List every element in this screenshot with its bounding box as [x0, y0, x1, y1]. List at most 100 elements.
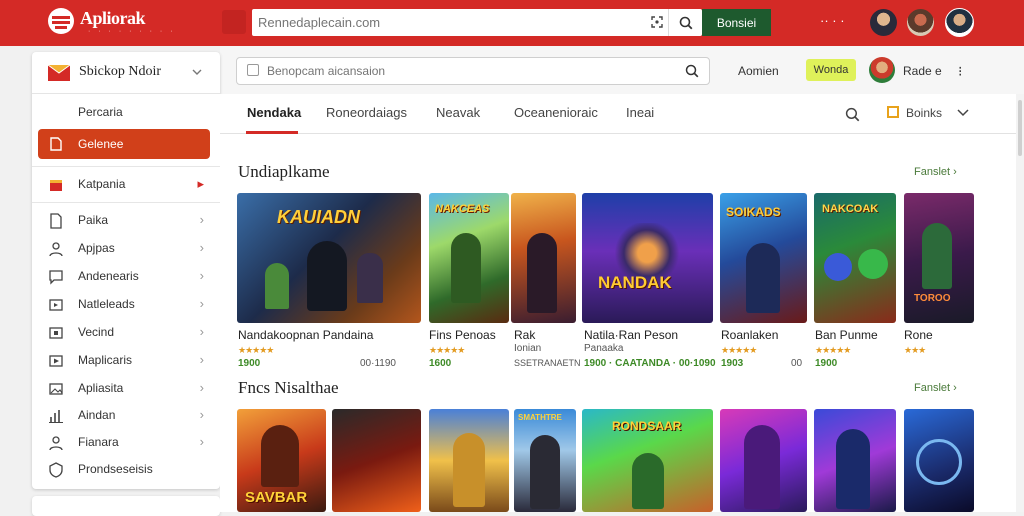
game-meta: 1600 [429, 358, 452, 369]
avatar[interactable] [907, 9, 934, 36]
user-avatar[interactable] [869, 57, 895, 83]
box-icon [50, 180, 62, 191]
game-card[interactable] [332, 409, 421, 512]
game-cover [332, 409, 421, 512]
game-card[interactable]: SMATHTRE [514, 409, 576, 512]
cover-title: NAKCOAK [822, 203, 879, 215]
profile-avatar[interactable] [945, 8, 974, 37]
rating-stars: ★★★★★ [429, 345, 465, 355]
scrollbar-thumb[interactable] [1018, 100, 1022, 156]
search-icon[interactable] [676, 13, 696, 33]
tab-ineai[interactable]: Ineai [626, 105, 654, 120]
sidebar-item-andenearis[interactable]: Andenearis › [32, 263, 220, 290]
game-name[interactable]: Ban Punme [815, 328, 878, 342]
chevron-down-icon[interactable] [957, 109, 969, 117]
game-name[interactable]: Roanlaken [721, 328, 778, 342]
more-icon[interactable]: ⁝ [958, 63, 962, 80]
user-name[interactable]: Rade e [903, 64, 942, 78]
sidebar-item-prondseseisis[interactable]: Prondseseisis [32, 456, 220, 483]
game-meta: 00·1190 [360, 358, 396, 369]
rating-stars: ★★★ [904, 345, 926, 355]
avatar[interactable] [870, 9, 897, 36]
game-card[interactable] [429, 409, 509, 512]
game-card[interactable] [720, 409, 807, 512]
sidebar-item-percaria[interactable]: Percaria [32, 99, 220, 126]
game-card[interactable] [814, 409, 896, 512]
hero-figure [746, 243, 780, 313]
game-name[interactable]: Rone [904, 328, 933, 342]
cover-title: SAVBAR [245, 489, 308, 506]
sidebar-item-gelenee[interactable]: Gelenee [38, 129, 210, 159]
tab-roneordaiags[interactable]: Roneordaiags [326, 105, 407, 120]
cover-swirl [916, 439, 962, 485]
search-icon[interactable] [842, 104, 862, 124]
sidebar-item-label: Natleleads [78, 297, 135, 311]
game-card[interactable]: TOROO [904, 193, 974, 323]
game-name[interactable]: Fins Penoas [429, 328, 496, 342]
cover-title: SMATHTRE [518, 413, 562, 422]
tab-neavak[interactable]: Neavak [436, 105, 480, 120]
game-card[interactable]: NANDAK [582, 193, 713, 323]
see-all-label: Fanslet [914, 382, 951, 394]
user-icon [49, 436, 63, 451]
top-submit-button[interactable]: Bonsiei [702, 9, 771, 36]
game-card[interactable]: NAKCOAK [814, 193, 896, 323]
active-tab-indicator [246, 131, 298, 134]
cover-title: RONDSAAR [612, 419, 682, 433]
tab-nendaka[interactable]: Nendaka [247, 105, 301, 120]
main-content: Nendaka Roneordaiags Neavak Oceaneniorai… [220, 94, 1016, 512]
sidebar-item-label: Katpania [78, 177, 126, 191]
game-card[interactable]: RONDSAAR [582, 409, 713, 512]
hero-figure [744, 425, 780, 509]
hero-figure [307, 241, 347, 311]
top-extra-text: ·· · · [820, 13, 845, 28]
boinks-menu[interactable]: Boinks [906, 106, 942, 120]
scan-icon[interactable] [648, 13, 666, 31]
sidebar-header[interactable]: Sbickop Ndoir [32, 52, 220, 94]
game-card[interactable]: SOIKADS [720, 193, 807, 323]
see-all-link[interactable]: Fanslet › [914, 382, 957, 394]
box-icon [887, 106, 899, 118]
top-search-input[interactable] [258, 13, 638, 32]
sidebar-title: Sbickop Ndoir [79, 64, 162, 79]
sidebar-footer[interactable] [32, 496, 220, 516]
chevron-right-icon: › [199, 212, 204, 227]
see-all-link[interactable]: Fanslet › [914, 166, 957, 178]
game-card[interactable]: KAUIADN [237, 193, 421, 323]
menu-square-button[interactable] [222, 10, 246, 34]
sidebar-item-label: Gelenee [78, 137, 124, 151]
sidebar-item-aindan[interactable]: Aindan › [32, 402, 220, 429]
sidebar-item-katpania[interactable]: Katpania ▸ [32, 171, 220, 198]
folder-icon [47, 64, 71, 81]
game-meta: 1903 [721, 358, 744, 369]
tab-oceanenioraic[interactable]: Oceanenioraic [514, 105, 598, 120]
sidebar-item-paika[interactable]: Paika › [32, 207, 220, 234]
game-card[interactable] [511, 193, 576, 323]
document-icon [50, 137, 62, 151]
game-name[interactable]: Natila·Ran Peson [584, 328, 678, 342]
hero-figure [453, 433, 485, 507]
account-link[interactable]: Aomien [738, 64, 779, 78]
game-name[interactable]: Rak [514, 328, 535, 342]
sidebar-item-vecind[interactable]: Vecind › [32, 319, 220, 346]
rating-stars: ★★★★★ [815, 345, 851, 355]
game-meta: Panaaka [584, 343, 624, 354]
game-card[interactable]: SAVBAR [237, 409, 326, 512]
search-icon[interactable] [683, 62, 701, 80]
main-search-input[interactable] [267, 63, 667, 79]
sidebar-item-natleleads[interactable]: Natleleads › [32, 291, 220, 318]
logo-icon[interactable] [46, 7, 76, 35]
scrollbar[interactable] [1016, 94, 1024, 512]
sidebar-item-fianara[interactable]: Fianara › [32, 429, 220, 456]
sidebar-item-apliasita[interactable]: Apliasita › [32, 375, 220, 402]
category-tabs: Nendaka Roneordaiags Neavak Oceaneniorai… [220, 94, 1016, 134]
game-card[interactable] [904, 409, 974, 512]
cover-title: SOIKADS [726, 205, 781, 219]
sidebar-item-maplicaris[interactable]: Maplicaris › [32, 347, 220, 374]
highlight-button[interactable]: Wonda [806, 59, 856, 81]
hero-figure [261, 425, 299, 487]
game-card[interactable]: NAKCEAS [429, 193, 509, 323]
sidebar-item-apjpas[interactable]: Apjpas › [32, 235, 220, 262]
rating-stars: ★★★★★ [721, 345, 757, 355]
game-name[interactable]: Nandakoopnan Pandaina [238, 328, 373, 342]
